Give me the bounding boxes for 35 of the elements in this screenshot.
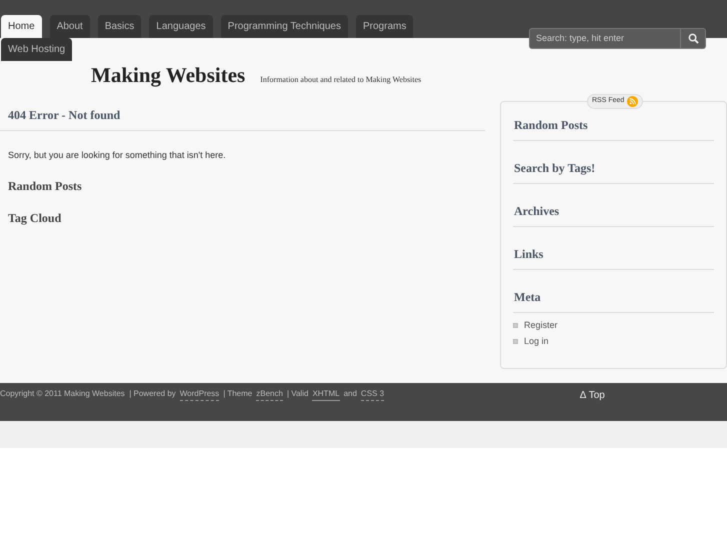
page-title: 404 Error - Not found	[0, 106, 485, 131]
rss-icon	[627, 96, 638, 107]
footer-link[interactable]: XHTML	[312, 388, 340, 401]
widget-title: Random Posts	[513, 116, 714, 141]
footer-text: | Valid	[286, 388, 308, 400]
widget-title: Archives	[513, 202, 714, 227]
nav-tab[interactable]: Home	[1, 15, 42, 38]
footer-link[interactable]: zBench	[256, 388, 283, 401]
footer-text: and	[344, 388, 357, 400]
site-tagline: Information about and related to Making Websites	[260, 74, 422, 86]
meta-link[interactable]: Log in	[524, 334, 549, 348]
footer-text: Copyright © 2011 Making Websites | Powered by	[0, 388, 176, 400]
widget-title: Links	[513, 245, 714, 270]
search-icon	[688, 33, 698, 44]
footer-text: | Theme	[223, 388, 252, 400]
footer-link[interactable]: CSS 3	[360, 388, 384, 401]
nav-tab[interactable]: Web Hosting	[1, 38, 72, 61]
meta-link[interactable]: Register	[524, 319, 558, 332]
footer-link[interactable]: WordPress	[180, 388, 220, 401]
search-button[interactable]	[681, 28, 706, 49]
nav-tab[interactable]: About	[50, 15, 90, 38]
nav-tab[interactable]: Programming Techniques	[220, 15, 348, 38]
back-to-top-link[interactable]: ∆ Top	[580, 388, 605, 403]
site-title[interactable]: Making Websites	[91, 60, 246, 92]
error-message: Sorry, but you are looking for something that isn't here.	[7, 149, 227, 162]
nav-tab[interactable]: Basics	[98, 15, 142, 38]
nav-tab[interactable]: Programs	[356, 15, 414, 38]
widget-title: Search by Tags!	[513, 159, 714, 184]
nav-tab[interactable]: Languages	[149, 15, 213, 38]
section-heading: Random Posts	[7, 178, 83, 194]
search-field[interactable]: Search: type, hit enter	[529, 28, 681, 49]
widget-title: Meta	[513, 288, 714, 313]
section-heading: Tag Cloud	[7, 210, 62, 226]
bullet-icon	[513, 338, 518, 344]
bullet-icon	[513, 323, 518, 328]
